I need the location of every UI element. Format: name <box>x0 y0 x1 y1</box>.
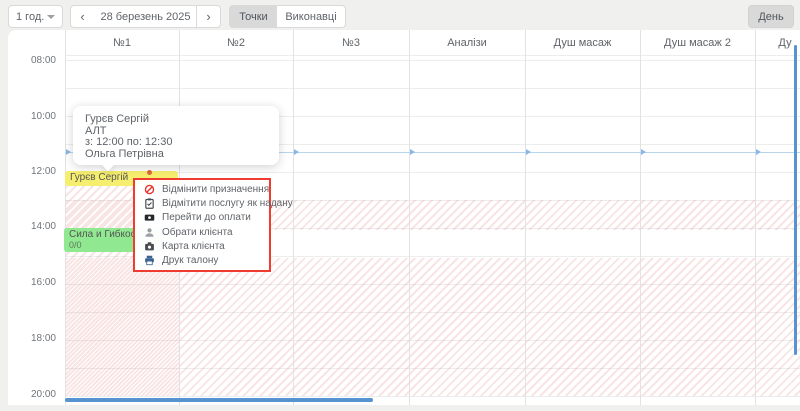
column-separator <box>65 30 66 405</box>
event-context-menu: Відмінити призначення Відмітити послугу … <box>133 178 271 272</box>
column-header: Душ масаж 2 <box>640 37 755 51</box>
menu-item-client-card[interactable]: Карта клієнта <box>135 240 269 253</box>
column-header: №3 <box>293 37 409 51</box>
time-label: 18:00 <box>8 333 56 344</box>
client-card-icon <box>144 241 155 252</box>
next-day-button[interactable]: › <box>196 5 221 28</box>
interval-select[interactable]: 1 год. <box>8 5 63 28</box>
column-header: №2 <box>179 37 293 51</box>
toolbar: 1 год. ‹ 28 березень 2025 › Точки Викона… <box>0 0 800 30</box>
time-label: 12:00 <box>8 166 56 177</box>
tooltip-specialist: Ольга Петрівна <box>85 149 267 161</box>
view-toggle-points[interactable]: Точки <box>229 5 278 28</box>
header-divider <box>65 55 800 56</box>
column-header: Аналізи <box>409 37 525 51</box>
prev-day-button[interactable]: ‹ <box>70 5 95 28</box>
column-header: Душ масаж <box>525 37 640 51</box>
tooltip-time-range: з: 12:00 по: 12:30 <box>85 137 267 149</box>
vertical-scrollbar[interactable] <box>794 45 797 355</box>
ban-icon <box>144 184 155 195</box>
menu-item-select-client[interactable]: Обрати клієнта <box>135 226 269 239</box>
current-time-arrow-icon <box>66 149 71 155</box>
day-view-button[interactable]: День <box>748 5 794 28</box>
menu-item-go-to-payment[interactable]: Перейти до оплати <box>135 211 269 224</box>
day-end-marker <box>65 398 373 402</box>
time-label: 16:00 <box>8 277 56 288</box>
menu-item-print-ticket[interactable]: Друк талону <box>135 254 269 267</box>
payment-icon <box>144 212 155 223</box>
event-alert-dot-icon <box>147 170 152 175</box>
current-time-arrow-icon <box>526 149 531 155</box>
interval-value: 1 год. <box>16 11 44 23</box>
column-separator <box>409 30 410 405</box>
time-label: 14:00 <box>8 221 56 232</box>
view-toggle-performers[interactable]: Виконавці <box>277 5 346 28</box>
column-separator <box>293 30 294 405</box>
current-time-arrow-icon <box>641 149 646 155</box>
current-time-arrow-icon <box>410 149 415 155</box>
event-tooltip: Гурєв Сергій АЛТ з: 12:00 по: 12:30 Ольг… <box>73 106 279 165</box>
column-separator <box>640 30 641 405</box>
column-separator <box>525 30 526 405</box>
current-time-arrow-icon <box>756 149 761 155</box>
menu-item-cancel-appointment[interactable]: Відмінити призначення <box>135 183 269 196</box>
column-header: №1 <box>65 37 179 51</box>
unavailable-region <box>66 258 800 396</box>
mark-done-icon <box>144 198 155 209</box>
caret-down-icon <box>47 15 55 19</box>
date-display[interactable]: 28 березень 2025 <box>94 5 197 28</box>
current-time-arrow-icon <box>294 149 299 155</box>
time-label: 10:00 <box>8 111 56 122</box>
tooltip-client-name: Гурєв Сергій <box>85 114 267 126</box>
select-client-icon <box>144 227 155 238</box>
print-icon <box>144 255 155 266</box>
time-label: 20:00 <box>8 389 56 400</box>
menu-item-mark-service-done[interactable]: Відмітити послугу як надану <box>135 197 269 210</box>
column-separator <box>755 30 756 405</box>
time-label: 08:00 <box>8 55 56 66</box>
